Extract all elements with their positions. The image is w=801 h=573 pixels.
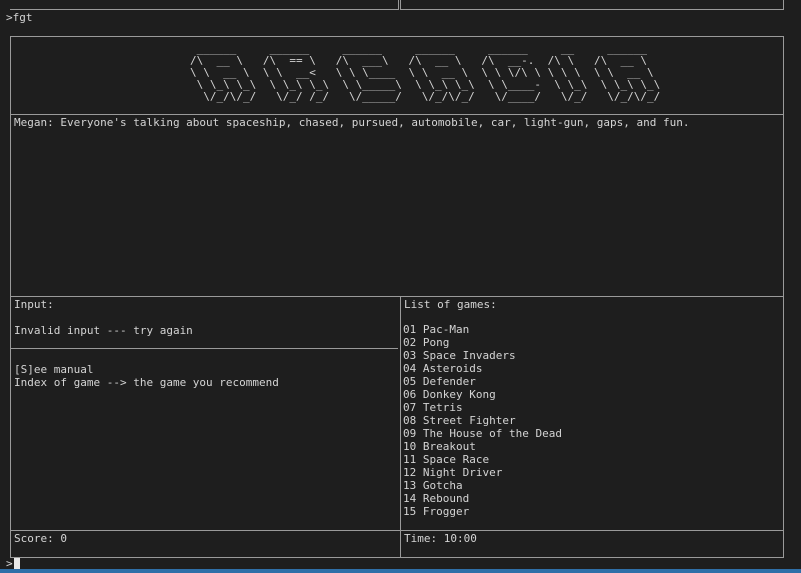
status-bottom-border bbox=[10, 557, 783, 558]
command-echo: >fgt bbox=[6, 11, 33, 24]
index-option: Index of game --> the game you recommend bbox=[14, 376, 279, 389]
list-item: 07 Tetris bbox=[403, 401, 463, 414]
list-item: 12 Night Driver bbox=[403, 466, 503, 479]
list-item: 04 Asteroids bbox=[403, 362, 483, 375]
list-item: 09 The House of the Dead bbox=[403, 427, 562, 440]
list-item: 14 Rebound bbox=[403, 492, 470, 505]
list-item: 05 Defender bbox=[403, 375, 476, 388]
top-left-border bbox=[10, 9, 398, 10]
see-manual-option: [S]ee manual bbox=[14, 363, 94, 376]
list-item: 15 Frogger bbox=[403, 505, 470, 518]
list-item: 13 Gotcha bbox=[403, 479, 463, 492]
title-divider bbox=[10, 114, 783, 115]
terminal-window: >fgt ______ ______ ______ ______ ______ … bbox=[0, 0, 801, 573]
list-item: 10 Breakout bbox=[403, 440, 476, 453]
panel-separator bbox=[400, 296, 401, 558]
main-panel-top-border bbox=[10, 36, 783, 37]
input-panel-title: Input: bbox=[14, 298, 54, 311]
list-item: 01 Pac-Man bbox=[403, 323, 470, 336]
top-right-border bbox=[401, 9, 783, 10]
list-item: 03 Space Invaders bbox=[403, 349, 516, 362]
text-cursor[interactable] bbox=[14, 558, 20, 569]
status-top-border bbox=[10, 530, 783, 531]
window-bottom-edge bbox=[0, 569, 801, 573]
list-item: 11 Space Race bbox=[403, 453, 490, 466]
time-display: Time: 10:00 bbox=[404, 532, 477, 545]
score-display: Score: 0 bbox=[14, 532, 67, 545]
top-left-border-right bbox=[398, 0, 399, 10]
game-title-art: ______ ______ ______ ______ ______ __ __… bbox=[190, 42, 661, 103]
dialogue-divider bbox=[10, 296, 783, 297]
top-right-border-right bbox=[783, 0, 784, 10]
games-list: 01 Pac-Man 02 Pong 03 Space Invaders 04 … bbox=[403, 323, 562, 518]
npc-dialogue: Megan: Everyone's talking about spaceshi… bbox=[14, 116, 690, 129]
input-message: Invalid input --- try again bbox=[14, 324, 193, 337]
main-panel-right-border bbox=[783, 36, 784, 558]
games-panel-title: List of games: bbox=[404, 298, 497, 311]
input-divider bbox=[10, 348, 398, 349]
list-item: 08 Street Fighter bbox=[403, 414, 516, 427]
list-item: 02 Pong bbox=[403, 336, 450, 349]
list-item: 06 Donkey Kong bbox=[403, 388, 496, 401]
